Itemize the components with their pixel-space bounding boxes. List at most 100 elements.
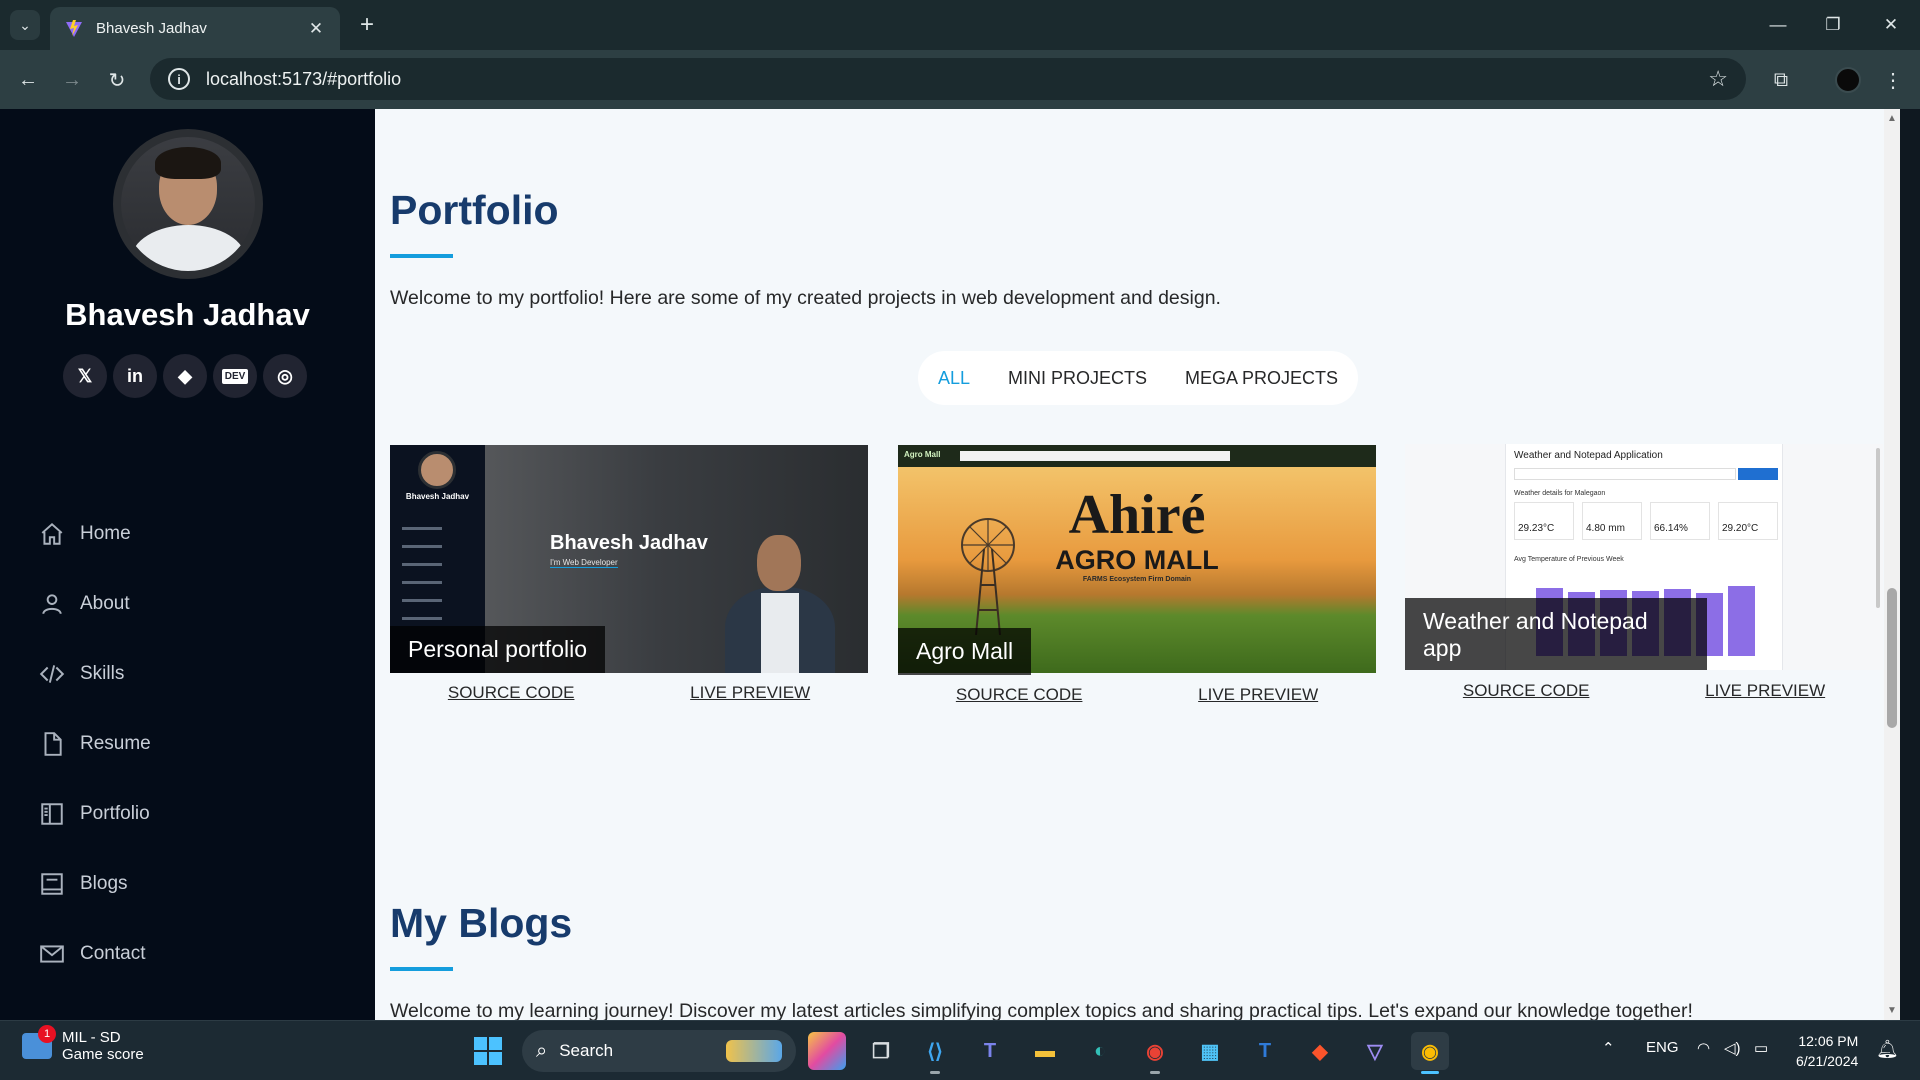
browser-tab-bar: ⌄ Bhavesh Jadhav ✕ + — ❐ ✕: [0, 0, 1920, 50]
sidebar-item-skills[interactable]: Skills: [38, 654, 318, 694]
blogs-title: My Blogs: [390, 900, 573, 946]
tab-search-icon[interactable]: ⌄: [10, 10, 40, 40]
vpn-icon[interactable]: ▽: [1356, 1032, 1394, 1070]
profile-name: Bhavesh Jadhav: [65, 297, 310, 332]
sidebar-item-about[interactable]: About: [38, 584, 318, 624]
source-code-link[interactable]: SOURCE CODE: [448, 683, 575, 703]
live-preview-link[interactable]: LIVE PREVIEW: [1705, 681, 1825, 701]
sidebar-item-resume[interactable]: Resume: [38, 724, 318, 764]
envelope-icon: [38, 940, 66, 968]
dev-to-label: DEV: [221, 368, 249, 384]
page-scrollbar[interactable]: [1884, 109, 1900, 1020]
chrome-dev-icon[interactable]: ◉: [1136, 1032, 1174, 1074]
thumbnail-tagline: FARMS Ecosystem Firm Domain: [1082, 576, 1192, 583]
project-card-weather-notepad[interactable]: Weather and Notepad Application Weather …: [1405, 444, 1883, 670]
sidebar-item-label: Resume: [80, 733, 151, 754]
bookmark-star-icon[interactable]: ☆: [1708, 66, 1728, 92]
thumbnail-stat: 66.14%: [1650, 502, 1710, 540]
project-links: SOURCE CODE LIVE PREVIEW: [898, 685, 1376, 705]
project-label: Agro Mall: [898, 628, 1032, 675]
scroll-down-icon[interactable]: ▼: [1886, 1005, 1898, 1016]
battery-icon[interactable]: ▭: [1754, 1039, 1768, 1057]
thumbnail-person: [725, 535, 835, 673]
widget-subtitle: Game score: [62, 1046, 144, 1063]
dev-to-icon[interactable]: DEV: [213, 354, 257, 398]
minimize-icon[interactable]: —: [1758, 8, 1798, 42]
close-window-icon[interactable]: ✕: [1871, 8, 1911, 42]
source-code-link[interactable]: SOURCE CODE: [1463, 681, 1590, 701]
scroll-up-icon[interactable]: ▲: [1886, 113, 1898, 124]
volume-icon[interactable]: ◁): [1724, 1039, 1741, 1057]
microsoft-store-icon[interactable]: ▦: [1191, 1032, 1229, 1070]
file-icon: [38, 730, 66, 758]
start-menu-icon[interactable]: [474, 1037, 502, 1065]
portfolio-filters: ALL MINI PROJECTS MEGA PROJECTS: [918, 351, 1358, 405]
portfolio-description: Welcome to my portfolio! Here are some o…: [390, 287, 1221, 309]
project-card-agro-mall[interactable]: Agro Mall Ahiré AGRO MALL FARMS Ecosyste…: [898, 445, 1376, 675]
url-text[interactable]: localhost:5173/#portfolio: [206, 69, 1708, 90]
thumbnail-stat: 4.80 mm: [1582, 502, 1642, 540]
filter-mega-projects[interactable]: MEGA PROJECTS: [1185, 368, 1338, 389]
game-score-widget[interactable]: 1 MIL - SD Game score: [22, 1025, 144, 1063]
live-preview-link[interactable]: LIVE PREVIEW: [690, 683, 810, 703]
notification-badge: 1: [38, 1025, 56, 1043]
filter-all[interactable]: ALL: [938, 368, 970, 389]
edge-icon[interactable]: ◐: [1081, 1032, 1119, 1070]
thumbnail-searchbar: [960, 451, 1230, 461]
title-underline: [390, 967, 453, 971]
instagram-icon[interactable]: ◎: [263, 354, 307, 398]
thumbnail-mini-name: Bhavesh Jadhav: [405, 492, 470, 501]
thumbnail-hero-sub: I'm Web Developer: [550, 558, 618, 568]
site-info-icon[interactable]: i: [168, 68, 190, 90]
extensions-icon[interactable]: ⧉: [1764, 63, 1798, 97]
thumbnail-chart-title: Avg Temperature of Previous Week: [1514, 556, 1624, 563]
file-explorer-icon[interactable]: ▬: [1026, 1032, 1064, 1070]
show-hidden-icons[interactable]: ⌃: [1602, 1039, 1615, 1057]
typora-icon[interactable]: T: [1246, 1032, 1284, 1070]
thumbnail-app-heading: Weather and Notepad Application: [1514, 450, 1663, 461]
book-icon: [38, 800, 66, 828]
project-card-personal-portfolio[interactable]: Bhavesh Jadhav Bhavesh Jadhav I'm Web De…: [390, 445, 868, 673]
notification-bell-icon[interactable]: 🔔︎: [1876, 1039, 1899, 1060]
browser-toolbar: ← → ↻ i localhost:5173/#portfolio ☆ ⧉ ⋮: [0, 50, 1920, 109]
brave-icon[interactable]: ◆: [1301, 1032, 1339, 1070]
teams-icon[interactable]: T: [971, 1032, 1009, 1070]
chrome-icon[interactable]: ◉: [1411, 1032, 1449, 1074]
linkedin-icon[interactable]: in: [113, 354, 157, 398]
taskbar-clock[interactable]: 12:06 PM 6/21/2024: [1796, 1031, 1858, 1071]
back-icon[interactable]: ←: [11, 63, 45, 97]
social-links: 𝕏 in ◆ DEV ◎: [63, 354, 307, 398]
thumbnail-chart-bar: [1728, 586, 1755, 656]
browser-menu-icon[interactable]: ⋮: [1876, 63, 1910, 97]
x-twitter-icon[interactable]: 𝕏: [63, 354, 107, 398]
profile-avatar[interactable]: [1835, 67, 1861, 93]
filter-mini-projects[interactable]: MINI PROJECTS: [1008, 368, 1147, 389]
reload-icon[interactable]: ↻: [100, 63, 134, 97]
sidebar-item-label: Blogs: [80, 873, 128, 894]
wifi-icon[interactable]: ◠: [1697, 1039, 1710, 1057]
sidebar-item-blogs[interactable]: Blogs: [38, 864, 318, 904]
source-code-link[interactable]: SOURCE CODE: [956, 685, 1083, 705]
sidebar-item-home[interactable]: Home: [38, 514, 318, 554]
task-view-icon[interactable]: ❐: [862, 1032, 900, 1070]
sidebar-item-contact[interactable]: Contact: [38, 934, 318, 974]
copilot-icon[interactable]: [808, 1032, 846, 1070]
forward-icon[interactable]: →: [55, 63, 89, 97]
language-indicator[interactable]: ENG: [1646, 1039, 1679, 1056]
project-label: Weather and Notepad app: [1405, 598, 1707, 670]
tab-close-icon[interactable]: ✕: [306, 19, 326, 39]
avatar: [113, 129, 263, 279]
address-bar[interactable]: i localhost:5173/#portfolio ☆: [150, 58, 1746, 100]
thumbnail-stat: 29.20°C: [1718, 502, 1778, 540]
page-scrollbar-thumb[interactable]: [1887, 588, 1897, 728]
taskbar-search[interactable]: ⌕ Search: [522, 1030, 796, 1072]
hashnode-icon[interactable]: ◆: [163, 354, 207, 398]
live-preview-link[interactable]: LIVE PREVIEW: [1198, 685, 1318, 705]
browser-tab[interactable]: Bhavesh Jadhav ✕: [50, 7, 340, 50]
project-label: Personal portfolio: [390, 626, 605, 673]
new-tab-icon[interactable]: +: [352, 10, 382, 40]
restore-icon[interactable]: ❐: [1813, 8, 1853, 42]
sidebar-item-portfolio[interactable]: Portfolio: [38, 794, 318, 834]
vscode-icon[interactable]: ⟨⟩: [916, 1032, 954, 1074]
sidebar-item-label: Portfolio: [80, 803, 150, 824]
